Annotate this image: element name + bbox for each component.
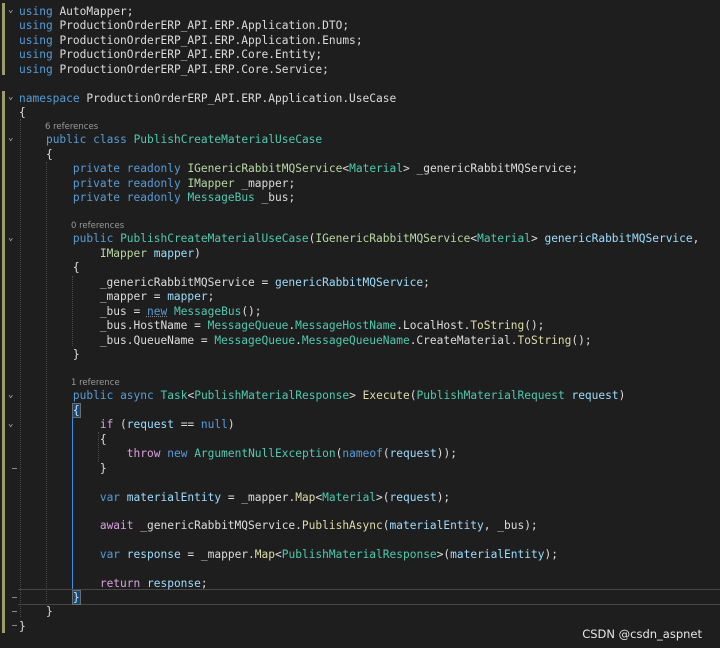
- using-namespace: ProductionOrderERP_API.ERP.Application.D…: [59, 19, 343, 32]
- fold-end-marker: [12, 611, 17, 612]
- code-line[interactable]: namespace ProductionOrderERP_API.ERP.App…: [19, 91, 396, 106]
- code-line[interactable]: using AutoMapper;: [19, 4, 134, 19]
- code-line[interactable]: using ProductionOrderERP_API.ERP.Applica…: [19, 18, 349, 33]
- current-line-highlight: [18, 589, 720, 605]
- code-line[interactable]: public PublishCreateMaterialUseCase(IGen…: [19, 231, 700, 246]
- fold-toggle-icon[interactable]: ⌄: [8, 420, 16, 429]
- code-line[interactable]: throw new ArgumentNullException(nameof(r…: [19, 446, 457, 461]
- code-line[interactable]: using ProductionOrderERP_API.ERP.Core.Se…: [19, 62, 329, 77]
- code-line[interactable]: private readonly MessageBus _bus;: [19, 190, 295, 205]
- code-line[interactable]: _bus.HostName = MessageQueue.MessageHost…: [19, 318, 545, 333]
- code-line[interactable]: {: [19, 403, 81, 418]
- code-line[interactable]: using ProductionOrderERP_API.ERP.Core.En…: [19, 47, 322, 62]
- fold-end-marker: [12, 597, 17, 598]
- code-line[interactable]: {: [19, 105, 26, 120]
- using-namespace: ProductionOrderERP_API.ERP.Application.E…: [59, 34, 356, 47]
- code-line[interactable]: var materialEntity = _mapper.Map<Materia…: [19, 490, 450, 505]
- code-line[interactable]: IMapper mapper): [19, 246, 201, 261]
- fold-toggle-icon[interactable]: ⌄: [8, 234, 16, 243]
- code-line[interactable]: }: [19, 347, 80, 362]
- code-line[interactable]: _genericRabbitMQService = genericRabbitM…: [19, 275, 430, 290]
- fold-end-marker: [12, 625, 17, 626]
- code-line[interactable]: {: [19, 147, 53, 162]
- code-line[interactable]: private readonly IGenericRabbitMQService…: [19, 161, 578, 176]
- code-line[interactable]: public class PublishCreateMaterialUseCas…: [19, 132, 322, 147]
- namespace-name: ProductionOrderERP_API.ERP.Application.U…: [86, 92, 397, 105]
- code-line[interactable]: {: [19, 432, 107, 447]
- code-line[interactable]: private readonly IMapper _mapper;: [19, 176, 295, 191]
- code-line[interactable]: using ProductionOrderERP_API.ERP.Applica…: [19, 33, 363, 48]
- fold-toggle-icon[interactable]: ⌄: [8, 134, 16, 143]
- code-line[interactable]: await _genericRabbitMQService.PublishAsy…: [19, 518, 538, 533]
- code-line[interactable]: {: [19, 260, 80, 275]
- code-line[interactable]: _bus = new MessageBus();: [19, 304, 262, 319]
- code-line[interactable]: var response = _mapper.Map<PublishMateri…: [19, 547, 558, 562]
- code-line[interactable]: }: [19, 604, 53, 619]
- code-line[interactable]: _bus.QueueName = MessageQueue.MessageQue…: [19, 333, 592, 348]
- code-line[interactable]: }: [19, 590, 81, 605]
- code-line[interactable]: return response;: [19, 576, 208, 591]
- using-namespace: AutoMapper: [59, 5, 127, 18]
- change-marker: [2, 91, 5, 633]
- fold-toggle-icon[interactable]: ⌄: [8, 6, 16, 15]
- indent-guide: [46, 162, 47, 602]
- change-marker: [2, 3, 5, 75]
- code-editor[interactable]: ⌄ ⌄ ⌄ ⌄ ⌄ ⌄ using AutoMapper; using Prod…: [0, 0, 720, 648]
- using-namespace: ProductionOrderERP_API.ERP.Core.Entity: [59, 48, 316, 61]
- class-name: PublishCreateMaterialUseCase: [133, 133, 323, 146]
- code-line[interactable]: _mapper = mapper;: [19, 289, 215, 304]
- code-line[interactable]: }: [19, 619, 26, 634]
- code-line[interactable]: public async Task<PublishMaterialRespons…: [19, 388, 625, 403]
- using-namespace: ProductionOrderERP_API.ERP.Core.Service: [59, 63, 323, 76]
- fold-toggle-icon[interactable]: ⌄: [8, 391, 16, 400]
- fold-toggle-icon[interactable]: ⌄: [8, 93, 16, 102]
- fold-end-marker: [12, 468, 17, 469]
- watermark: CSDN @csdn_aspnet: [582, 627, 702, 641]
- code-line[interactable]: if (request == null): [19, 417, 235, 432]
- code-line[interactable]: }: [19, 461, 107, 476]
